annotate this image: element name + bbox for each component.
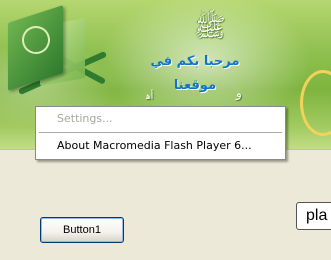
banner-deco-text-small: ﺃﻫ: [146, 92, 154, 102]
menu-item-about[interactable]: About Macromedia Flash Player 6...: [36, 136, 285, 156]
button1[interactable]: Button1: [40, 217, 124, 243]
menu-item-settings: Settings...: [36, 109, 285, 129]
play-button[interactable]: pla: [296, 202, 331, 230]
menu-item-label: Settings...: [57, 112, 113, 125]
menu-separator: [39, 132, 282, 133]
menu-item-label: About Macromedia Flash Player 6...: [57, 139, 252, 152]
decorative-swirl-icon: [300, 70, 331, 136]
banner-deco-text: ﻭ: [236, 86, 242, 100]
welcome-text: مرحبا بكم في موقعنا: [150, 54, 240, 93]
banner-calligraphy: ﷺ: [194, 13, 226, 43]
flash-context-menu: Settings... About Macromedia Flash Playe…: [35, 106, 286, 160]
